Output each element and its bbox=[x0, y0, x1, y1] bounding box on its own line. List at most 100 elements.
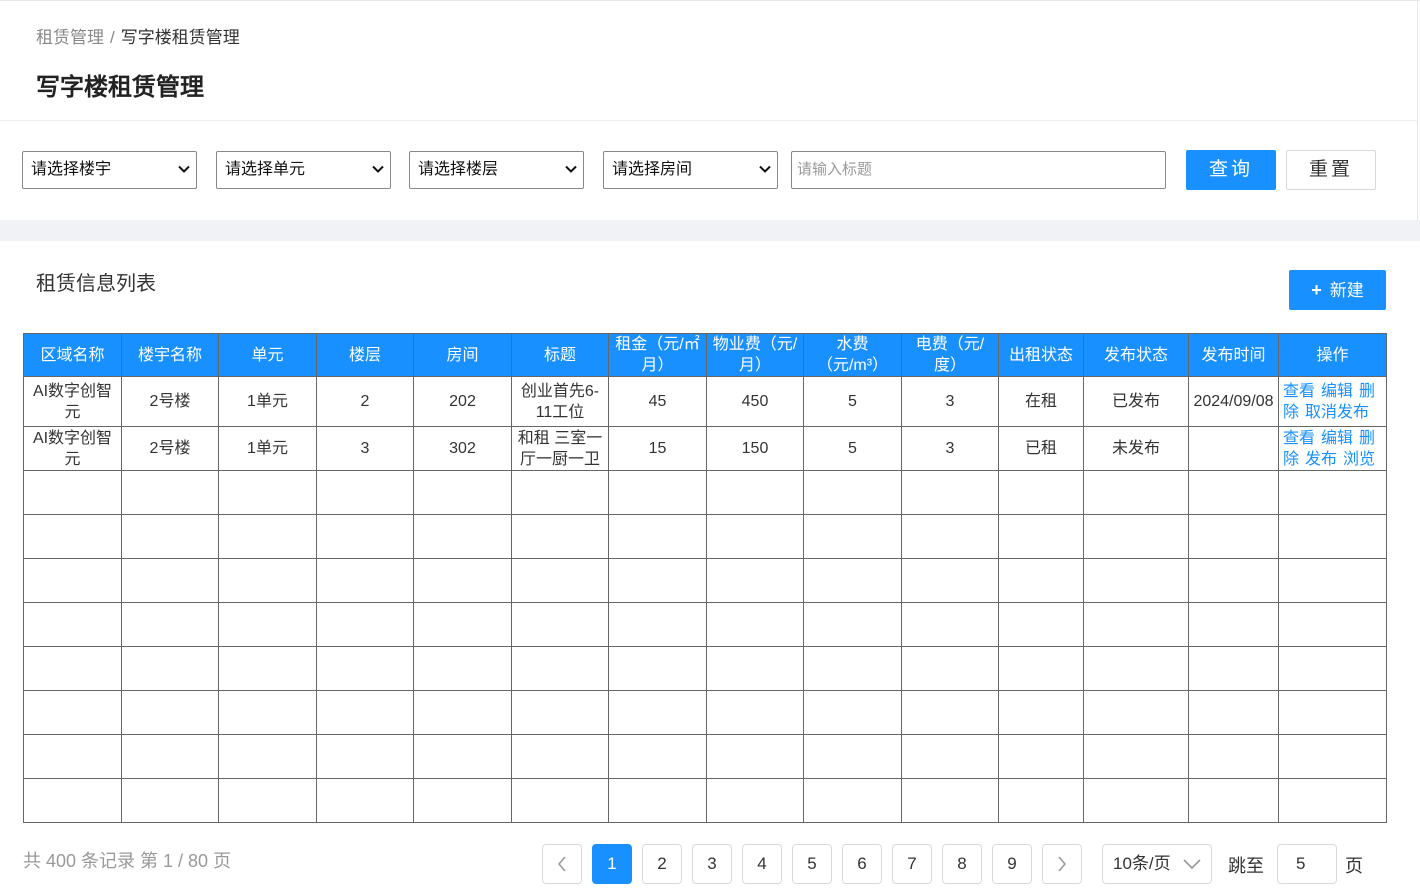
cell-ops: 查看 编辑 删除 取消发布 bbox=[1278, 376, 1387, 427]
view-link[interactable]: 查看 bbox=[1283, 383, 1315, 400]
cell-building: 2号楼 bbox=[121, 426, 219, 471]
unit-select-value: 请选择单元 bbox=[225, 161, 306, 178]
cell-area: AI数字创智元 bbox=[23, 426, 122, 471]
cell-electric-fee: 3 bbox=[901, 426, 999, 471]
filter-bar: 请选择楼宇 请选择单元 请选择楼层 请选择房间 请输入标题 查询 重置 bbox=[0, 120, 1417, 220]
cell-room: 202 bbox=[413, 376, 512, 427]
edit-link[interactable]: 编辑 bbox=[1321, 383, 1353, 400]
empty-row bbox=[23, 602, 1387, 647]
right-border bbox=[1417, 0, 1418, 240]
page-header: 租赁管理 / 写字楼租赁管理 写字楼租赁管理 bbox=[0, 1, 1417, 120]
next-page-button[interactable] bbox=[1042, 844, 1082, 884]
breadcrumb-current: 写字楼租赁管理 bbox=[120, 28, 240, 47]
cell-publish-time: 2024/09/08 bbox=[1188, 376, 1279, 427]
column-header: 楼宇名称 bbox=[121, 333, 219, 377]
chevron-down-icon bbox=[565, 165, 577, 173]
cell-electric-fee: 3 bbox=[901, 376, 999, 427]
new-button-label: 新建 bbox=[1329, 281, 1364, 300]
cell-publish-status: 已发布 bbox=[1083, 376, 1189, 427]
empty-row bbox=[23, 514, 1387, 559]
page-button-4[interactable]: 4 bbox=[742, 844, 782, 884]
cell-water-fee: 5 bbox=[803, 426, 902, 471]
building-select-value: 请选择楼宇 bbox=[31, 161, 112, 178]
pagination-summary: 共 400 条记录 第 1 / 80 页 bbox=[23, 851, 232, 871]
cell-ops: 查看 编辑 删除 发布 浏览 bbox=[1278, 426, 1387, 471]
cell-floor: 3 bbox=[316, 426, 414, 471]
chevron-right-icon bbox=[1058, 856, 1067, 872]
page-button-1[interactable]: 1 bbox=[592, 844, 632, 884]
chevron-down-icon bbox=[178, 165, 190, 173]
page-button-3[interactable]: 3 bbox=[692, 844, 732, 884]
new-button[interactable]: + 新建 bbox=[1289, 270, 1386, 310]
empty-row bbox=[23, 690, 1387, 735]
building-select[interactable]: 请选择楼宇 bbox=[22, 151, 197, 189]
rental-table: 区域名称 楼宇名称 单元 楼层 房间 标题 租金（元/㎡月） 物业费（元/月） … bbox=[23, 333, 1387, 823]
breadcrumb-separator: / bbox=[110, 28, 115, 47]
page-button-7[interactable]: 7 bbox=[892, 844, 932, 884]
plus-icon: + bbox=[1311, 280, 1322, 300]
browse-link[interactable]: 浏览 bbox=[1343, 451, 1375, 468]
cell-building: 2号楼 bbox=[121, 376, 219, 427]
publish-link[interactable]: 发布 bbox=[1305, 451, 1337, 468]
cell-publish-time bbox=[1188, 426, 1279, 471]
page-title: 写字楼租赁管理 bbox=[36, 74, 204, 101]
unpublish-link[interactable]: 取消发布 bbox=[1305, 404, 1369, 421]
column-header: 物业费（元/月） bbox=[706, 333, 804, 377]
column-header: 区域名称 bbox=[23, 333, 122, 377]
page-button-8[interactable]: 8 bbox=[942, 844, 982, 884]
empty-row bbox=[23, 646, 1387, 691]
floor-select[interactable]: 请选择楼层 bbox=[409, 151, 584, 189]
list-title: 租赁信息列表 bbox=[36, 273, 156, 295]
empty-row bbox=[23, 470, 1387, 515]
table-row: AI数字创智元 2号楼 1单元 2 202 创业首先6-11工位 45 450 … bbox=[23, 376, 1387, 427]
chevron-down-icon bbox=[1183, 859, 1201, 870]
column-header: 出租状态 bbox=[998, 333, 1084, 377]
jump-label: 跳至 bbox=[1228, 856, 1264, 876]
cell-area: AI数字创智元 bbox=[23, 376, 122, 427]
empty-row bbox=[23, 734, 1387, 779]
edit-link[interactable]: 编辑 bbox=[1321, 430, 1353, 447]
reset-button[interactable]: 重置 bbox=[1286, 150, 1376, 190]
page-size-select[interactable]: 10条/页 bbox=[1102, 844, 1212, 884]
column-header: 发布时间 bbox=[1188, 333, 1279, 377]
page-button-6[interactable]: 6 bbox=[842, 844, 882, 884]
cell-unit: 1单元 bbox=[218, 426, 317, 471]
chevron-down-icon bbox=[372, 165, 384, 173]
page-button-9[interactable]: 9 bbox=[992, 844, 1032, 884]
breadcrumb-parent[interactable]: 租赁管理 bbox=[36, 28, 104, 47]
page-size-value: 10条/页 bbox=[1113, 854, 1171, 873]
prev-page-button[interactable] bbox=[542, 844, 582, 884]
floor-select-value: 请选择楼层 bbox=[418, 161, 499, 178]
cell-publish-status: 未发布 bbox=[1083, 426, 1189, 471]
cell-water-fee: 5 bbox=[803, 376, 902, 427]
cell-unit: 1单元 bbox=[218, 376, 317, 427]
room-select-value: 请选择房间 bbox=[612, 161, 693, 178]
query-button[interactable]: 查询 bbox=[1186, 150, 1276, 190]
column-header: 电费（元/度） bbox=[901, 333, 999, 377]
room-select[interactable]: 请选择房间 bbox=[603, 151, 778, 189]
empty-row bbox=[23, 558, 1387, 603]
table-row: AI数字创智元 2号楼 1单元 3 302 和租 三室一厅一厨一卫 15 150… bbox=[23, 426, 1387, 471]
breadcrumb: 租赁管理 / 写字楼租赁管理 bbox=[36, 23, 240, 48]
chevron-down-icon bbox=[759, 165, 771, 173]
view-link[interactable]: 查看 bbox=[1283, 430, 1315, 447]
cell-property-fee: 450 bbox=[706, 376, 804, 427]
page-button-2[interactable]: 2 bbox=[642, 844, 682, 884]
table-header-row: 区域名称 楼宇名称 单元 楼层 房间 标题 租金（元/㎡月） 物业费（元/月） … bbox=[23, 333, 1387, 377]
column-header: 操作 bbox=[1278, 333, 1387, 377]
cell-title: 和租 三室一厅一厨一卫 bbox=[511, 426, 609, 471]
column-header: 租金（元/㎡月） bbox=[608, 333, 707, 377]
section-divider bbox=[0, 220, 1420, 241]
column-header: 发布状态 bbox=[1083, 333, 1189, 377]
column-header: 楼层 bbox=[316, 333, 414, 377]
page-button-5[interactable]: 5 bbox=[792, 844, 832, 884]
cell-rent-status: 在租 bbox=[998, 376, 1084, 427]
unit-select[interactable]: 请选择单元 bbox=[216, 151, 391, 189]
chevron-left-icon bbox=[557, 856, 566, 872]
cell-property-fee: 150 bbox=[706, 426, 804, 471]
jump-page-input[interactable]: 5 bbox=[1277, 844, 1337, 884]
title-search-input[interactable]: 请输入标题 bbox=[791, 151, 1166, 189]
cell-rent: 15 bbox=[608, 426, 707, 471]
list-panel: 租赁信息列表 + 新建 区域名称 楼宇名称 单元 楼层 房间 标题 租金（元/㎡月… bbox=[0, 241, 1420, 895]
column-header: 单元 bbox=[218, 333, 317, 377]
